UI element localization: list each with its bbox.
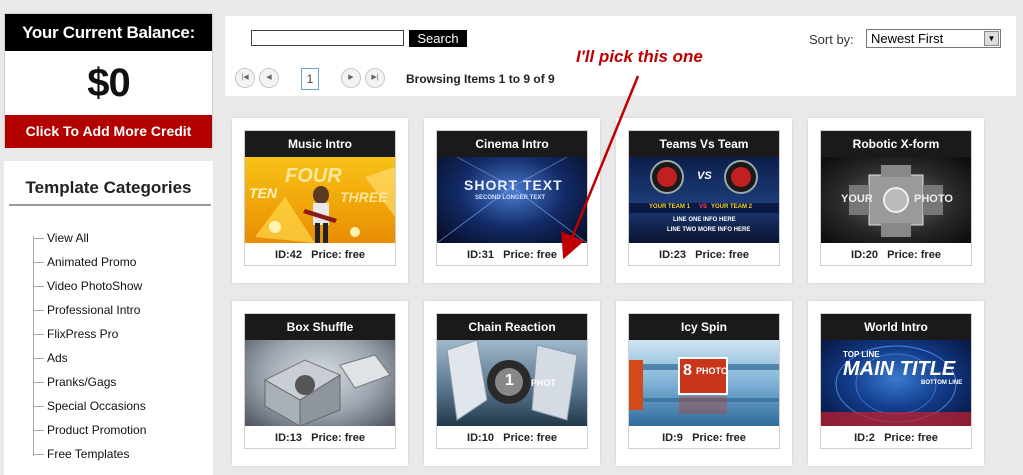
category-video-photoshow[interactable]: Video PhotoShow [34, 279, 142, 293]
template-card: Music Intro TEN FOUR THREE ID:42 Price: … [232, 118, 408, 283]
template-card: Icy Spin 8 PHOTO ID:9 Price: free [616, 301, 792, 466]
first-page-icon: |◀ [241, 74, 249, 81]
template-thumbnail: TEN FOUR THREE [245, 157, 395, 243]
categories-title: Template Categories [25, 178, 192, 197]
template-info: ID:9 Price: free [662, 432, 746, 444]
template-thumbnail: TOP LINE MAIN TITLE BOTTOM LINE [821, 340, 971, 426]
next-page-icon: ▶ [348, 74, 354, 81]
template-title: Robotic X-form [821, 131, 971, 157]
template-info: ID:13 Price: free [275, 432, 365, 444]
search-input[interactable] [251, 30, 404, 46]
category-view-all[interactable]: View All [34, 231, 89, 245]
template-card: Box Shuffle ID:13 Price: free [232, 301, 408, 466]
annotation-text: I'll pick this one [576, 47, 703, 66]
template-tile-icy-spin[interactable]: Icy Spin 8 PHOTO ID:9 Price: free [628, 313, 780, 449]
template-card: Robotic X-form YOUR PHOTO ID:20 Price: f… [808, 118, 984, 283]
template-thumbnail [245, 340, 395, 426]
category-professional-intro[interactable]: Professional Intro [34, 303, 140, 317]
previous-page-button[interactable]: ◀ [259, 68, 279, 88]
browsing-status: Browsing Items 1 to 9 of 9 [406, 72, 555, 86]
balance-header: Your Current Balance: [5, 14, 212, 51]
template-thumbnail: YOUR PHOTO [821, 157, 971, 243]
categories-divider [9, 204, 211, 206]
template-tile-robotic-x-form[interactable]: Robotic X-form YOUR PHOTO ID:20 Price: f… [820, 130, 972, 266]
category-special-occasions[interactable]: Special Occasions [34, 399, 146, 413]
template-tile-chain-reaction[interactable]: Chain Reaction 1 PHOT ID:10 Price: free [436, 313, 588, 449]
sort-dropdown[interactable]: Newest First ▼ [866, 29, 1001, 48]
template-title: Chain Reaction [437, 314, 587, 340]
template-title: World Intro [821, 314, 971, 340]
previous-page-icon: ◀ [266, 74, 272, 81]
template-info: ID:42 Price: free [275, 249, 365, 261]
category-tree-line [33, 236, 34, 456]
template-title: Box Shuffle [245, 314, 395, 340]
template-card: World Intro TOP LINE MAIN TITLE BOTTOM L… [808, 301, 984, 466]
category-animated-promo[interactable]: Animated Promo [34, 255, 136, 269]
template-title: Icy Spin [629, 314, 779, 340]
template-info: ID:2 Price: free [854, 432, 938, 444]
template-info: ID:10 Price: free [467, 432, 557, 444]
page-number[interactable]: 1 [301, 68, 319, 90]
category-ads[interactable]: Ads [34, 351, 68, 365]
next-page-button[interactable]: ▶ [341, 68, 361, 88]
category-free-templates[interactable]: Free Templates [34, 447, 129, 461]
sort-label: Sort by: [809, 32, 854, 47]
search-button[interactable]: Search [409, 30, 467, 47]
balance-panel: Your Current Balance: $0 Click To Add Mo… [4, 13, 213, 148]
first-page-button[interactable]: |◀ [235, 68, 255, 88]
category-flixpress-pro[interactable]: FlixPress Pro [34, 327, 118, 341]
last-page-button[interactable]: ▶| [365, 68, 385, 88]
template-card: Chain Reaction 1 PHOT ID:10 Price: free [424, 301, 600, 466]
balance-amount: $0 [87, 61, 131, 105]
template-info: ID:20 Price: free [851, 249, 941, 261]
template-thumbnail: 1 PHOT [437, 340, 587, 426]
template-tile-music-intro[interactable]: Music Intro TEN FOUR THREE ID:42 Price: … [244, 130, 396, 266]
template-categories-panel: Template Categories View All Animated Pr… [4, 161, 213, 475]
template-tile-world-intro[interactable]: World Intro TOP LINE MAIN TITLE BOTTOM L… [820, 313, 972, 449]
template-title: Music Intro [245, 131, 395, 157]
last-page-icon: ▶| [371, 74, 379, 81]
template-tile-box-shuffle[interactable]: Box Shuffle ID:13 Price: free [244, 313, 396, 449]
annotation-arrow-icon [561, 75, 640, 260]
category-pranks-gags[interactable]: Pranks/Gags [34, 375, 116, 389]
sort-selected-value: Newest First [871, 31, 944, 46]
add-credit-button[interactable]: Click To Add More Credit [5, 115, 212, 148]
category-product-promotion[interactable]: Product Promotion [34, 423, 146, 437]
dropdown-arrow-icon: ▼ [984, 31, 999, 46]
template-thumbnail: 8 PHOTO [629, 340, 779, 426]
